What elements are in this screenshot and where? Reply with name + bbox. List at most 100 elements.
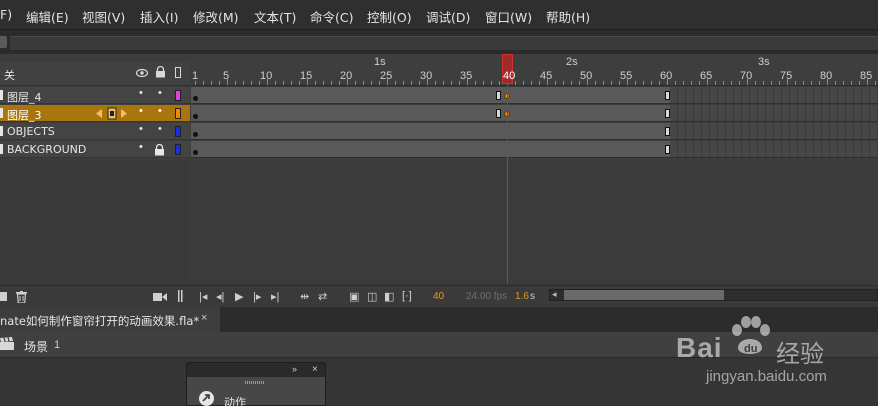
frame-span[interactable] — [191, 123, 670, 139]
timeline-row-background[interactable] — [191, 141, 878, 158]
last-frame-icon[interactable]: ▸| — [271, 290, 279, 303]
menu-window[interactable]: 窗口(W) — [485, 7, 532, 26]
keyframe[interactable] — [193, 96, 198, 101]
loop-icon[interactable]: ⇹ — [300, 290, 309, 303]
timeline-hscroll-thumb[interactable] — [564, 290, 724, 300]
ruler-tick — [435, 81, 436, 85]
step-back-icon[interactable]: ◂| — [216, 290, 224, 303]
actions-icon — [199, 391, 214, 406]
eye-icon[interactable] — [136, 68, 148, 78]
first-frame-icon[interactable]: |◂ — [199, 290, 207, 303]
add-keyframe-icon[interactable] — [107, 107, 117, 120]
ruler-tick — [691, 81, 692, 85]
keyframe-end[interactable] — [665, 91, 670, 100]
scroll-left-arrow-icon[interactable]: ◂ — [552, 289, 557, 300]
prev-keyframe-icon[interactable] — [96, 109, 103, 118]
menu-debug[interactable]: 调试(D) — [426, 7, 470, 26]
menu-view[interactable]: 视图(V) — [82, 7, 125, 26]
close-panel-icon[interactable]: × — [312, 364, 318, 375]
ruler-tick — [403, 81, 404, 85]
keyframe-end[interactable] — [665, 109, 670, 118]
timeline-row-4[interactable] — [191, 87, 878, 104]
layer-row-3[interactable]: 图层_3 • • — [0, 105, 190, 122]
ruler-tick — [411, 81, 412, 85]
onion-outline-icon[interactable]: ◫ — [367, 290, 377, 303]
step-forward-icon[interactable]: |▸ — [253, 290, 261, 303]
empty-frames[interactable] — [670, 105, 878, 121]
visibility-dot[interactable]: • — [139, 141, 143, 153]
layer-row-4[interactable]: 图层_4 • • — [0, 87, 190, 104]
actions-label[interactable]: 动作 — [224, 394, 246, 406]
empty-frames[interactable] — [670, 123, 878, 139]
keyframe-end[interactable] — [496, 91, 501, 100]
menu-edit[interactable]: 编辑(E) — [26, 7, 69, 26]
visibility-dot[interactable]: • — [139, 105, 143, 117]
menu-help[interactable]: 帮助(H) — [546, 7, 590, 26]
onion-skin-icon[interactable]: ▣ — [349, 290, 359, 303]
empty-frames[interactable] — [670, 87, 878, 103]
ruler-tick — [643, 81, 644, 85]
ruler-tick — [291, 81, 292, 85]
menu-text[interactable]: 文本(T) — [254, 7, 296, 26]
layer-locked-icon[interactable] — [154, 144, 165, 156]
lock-icon[interactable] — [155, 66, 166, 78]
lock-dot[interactable]: • — [158, 105, 162, 117]
center-frame-icon[interactable]: ⇄ — [318, 290, 327, 303]
edit-multiple-frames-icon[interactable]: ◧ — [384, 290, 394, 303]
frame-span[interactable] — [191, 105, 670, 121]
keyframe[interactable] — [193, 114, 198, 119]
modify-markers-icon[interactable]: [·] — [402, 290, 412, 302]
timeline-tab[interactable] — [0, 36, 7, 48]
layer-color-swatch[interactable] — [175, 108, 181, 119]
menu-commands[interactable]: 命令(C) — [310, 7, 353, 26]
time-unit: s — [530, 291, 535, 302]
lock-dot[interactable]: • — [158, 87, 162, 99]
layer-color-swatch[interactable] — [175, 126, 181, 137]
new-layer-icon[interactable] — [0, 292, 7, 301]
layer-color-swatch[interactable] — [175, 144, 181, 155]
current-frame-readout[interactable]: 40 — [433, 291, 444, 302]
layer-name: OBJECTS — [7, 125, 55, 138]
ruler-tick — [363, 81, 364, 85]
keyframe[interactable] — [193, 150, 198, 155]
menu-modify[interactable]: 修改(M) — [193, 7, 239, 26]
keyframe[interactable] — [193, 132, 198, 137]
frame-ruler[interactable]: 1s 2s 3s 1 5 10 15 20 25 30 35 40 45 50 … — [191, 54, 878, 86]
clapper-icon[interactable] — [0, 337, 14, 351]
timeline-row-objects[interactable] — [191, 123, 878, 140]
timeline-row-3[interactable] — [191, 105, 878, 122]
scene-label[interactable]: 场景 — [24, 338, 48, 355]
empty-frames[interactable] — [670, 141, 878, 157]
collapse-panel-icon[interactable]: » — [292, 364, 297, 374]
keyframe-end[interactable] — [665, 127, 670, 136]
frame-span[interactable] — [191, 141, 670, 157]
menu-file[interactable]: F) — [0, 7, 12, 22]
outline-icon[interactable] — [175, 67, 181, 78]
layer-color-swatch[interactable] — [175, 90, 181, 101]
trash-icon[interactable] — [16, 291, 27, 303]
frame-span[interactable] — [191, 87, 670, 103]
watermark-logo: Bai — [676, 332, 723, 363]
lock-dot[interactable]: • — [158, 123, 162, 135]
actions-panel-header[interactable] — [187, 363, 325, 377]
keyframe-end[interactable] — [665, 145, 670, 154]
layer-row-background[interactable]: BACKGROUND • — [0, 141, 190, 158]
menu-control[interactable]: 控制(O) — [367, 7, 412, 26]
menu-insert[interactable]: 插入(I) — [140, 7, 178, 26]
play-icon[interactable]: ▶ — [235, 290, 243, 303]
document-tab[interactable]: nate如何制作窗帘打开的动画效果.fla* × — [0, 307, 220, 332]
panel-grip[interactable] — [245, 381, 265, 384]
ruler-tick — [827, 79, 828, 85]
elapsed-time-readout[interactable]: 1.6 — [515, 291, 529, 302]
next-keyframe-icon[interactable] — [121, 109, 128, 118]
keyframe-end[interactable] — [496, 109, 501, 118]
ruler-tick — [795, 81, 796, 85]
visibility-dot[interactable]: • — [139, 87, 143, 99]
visibility-dot[interactable]: • — [139, 123, 143, 135]
ruler-tick — [443, 81, 444, 85]
fps-readout[interactable]: 24.00 fps — [466, 291, 507, 302]
ruler-tick — [203, 81, 204, 85]
layer-row-objects[interactable]: OBJECTS • • — [0, 123, 190, 140]
camera-icon[interactable] — [153, 292, 167, 302]
close-tab-icon[interactable]: × — [201, 312, 207, 324]
